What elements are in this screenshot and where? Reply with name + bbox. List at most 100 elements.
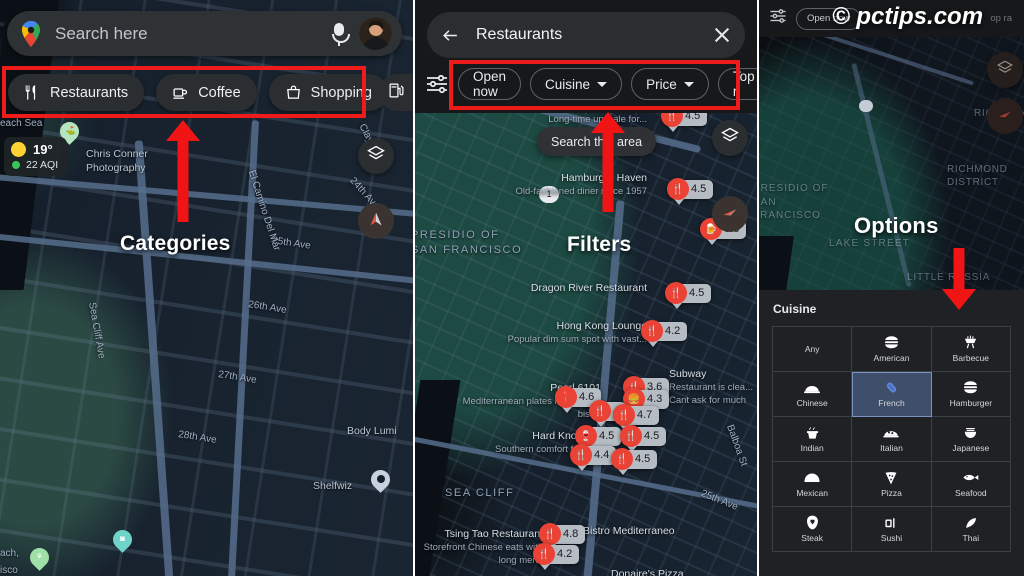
annotation-filters: Filters (567, 233, 632, 256)
rating-bubble[interactable]: 🍴 4.2 (533, 543, 580, 570)
layers-button-mid[interactable] (712, 120, 748, 156)
cuisine-option-japanese[interactable]: Japanese (931, 417, 1011, 462)
filters-arrow (591, 112, 625, 212)
options-arrow (942, 248, 976, 310)
cuisine-option-french[interactable]: French (852, 372, 932, 417)
gas-station-icon (388, 82, 405, 104)
cuisine-label: Steak (801, 533, 824, 543)
rating-bubble[interactable]: 🍴 4.5 (665, 282, 712, 309)
cuisine-label: French (878, 398, 905, 408)
cuisine-option-barbecue[interactable]: Barbecue (931, 327, 1011, 372)
pasta-icon (883, 425, 900, 440)
cuisine-option-seafood[interactable]: Seafood (931, 462, 1011, 507)
filter-tune-icon[interactable] (425, 71, 449, 97)
filter-chip-partial[interactable]: op ra (980, 8, 1022, 30)
air-quality-value: 22 AQI (26, 159, 59, 171)
category-chip-gas[interactable] (379, 74, 413, 111)
cuisine-option-pizza[interactable]: Pizza (852, 462, 932, 507)
restaurant-icon: 🍴 (613, 404, 635, 426)
cuisine-grid: Any American Barbecue Chinese French Ham… (772, 326, 1011, 552)
cuisine-option-thai[interactable]: Thai (931, 507, 1011, 552)
restaurant-icon: 🍴 (641, 320, 663, 342)
filter-tune-icon[interactable] (769, 7, 787, 30)
rating-bubble[interactable]: 🍴 4.4 (570, 444, 617, 471)
cuisine-option-italian[interactable]: Italian (852, 417, 932, 462)
category-chip-shopping[interactable]: Shopping (268, 74, 388, 111)
aqi-dot-icon (12, 161, 20, 169)
close-icon[interactable] (713, 26, 731, 44)
cuisine-option-mexican[interactable]: Mexican (773, 462, 853, 507)
chili-leaf-icon (964, 515, 978, 530)
result-query-text[interactable]: Restaurants (476, 26, 713, 44)
restaurant-icon: 🍴 (570, 444, 592, 466)
weather-temperature: 19° (33, 142, 53, 157)
filter-chip-open-now[interactable]: Open now (458, 68, 522, 100)
rating-bubble[interactable]: 🍴 4.7 (613, 404, 660, 431)
layers-button-right[interactable] (987, 52, 1023, 88)
microphone-icon[interactable] (331, 22, 350, 46)
rating-bubble[interactable]: 🍴 4.2 (641, 320, 688, 347)
cuisine-bottom-sheet: Cuisine Any American Barbecue Chinese Fr… (759, 290, 1024, 576)
burger-icon (963, 380, 978, 395)
rating-bubble[interactable]: 🍴 4.8 (539, 523, 586, 550)
cuisine-option-indian[interactable]: Indian (773, 417, 853, 462)
annotation-options: Options (854, 213, 939, 238)
cuisine-option-steak[interactable]: Steak (773, 507, 853, 552)
compass-icon (719, 201, 741, 228)
restaurant-icon: 🍴 (589, 400, 611, 422)
baguette-icon (883, 380, 900, 395)
compass-button-mid[interactable] (712, 196, 748, 232)
cuisine-option-american[interactable]: American (852, 327, 932, 372)
weather-widget[interactable]: 19° 22 AQI (4, 137, 68, 176)
cuisine-label: Barbecue (952, 353, 990, 363)
poi-label[interactable]: Hong Kong Lounge Popular dim sum spot wit… (507, 320, 647, 346)
watermark-pctips: © pctips.com (832, 3, 984, 30)
cuisine-label: Pizza (881, 488, 902, 498)
filter-chip-top-rated[interactable]: Top r (717, 68, 757, 100)
cuisine-label: American (873, 353, 910, 363)
poi-label[interactable]: Subway Restaurant is clea... Cant ask for… (669, 368, 757, 407)
map-pin-photo[interactable]: ◙ (109, 526, 136, 555)
rating-bubble[interactable]: 🍴 4.5 (620, 425, 667, 452)
search-input[interactable]: Search here (55, 24, 331, 44)
user-avatar[interactable] (359, 17, 392, 50)
mid-header: Restaurants Open now Cuisine Price Top r (415, 0, 757, 113)
poi-label[interactable]: Bistro Mediterraneo (583, 525, 675, 538)
steak-icon (806, 515, 819, 530)
burger-icon (884, 335, 899, 350)
cuisine-option-sushi[interactable]: Sushi (852, 507, 932, 552)
category-chip-coffee[interactable]: Coffee (156, 74, 257, 111)
sheet-title: Cuisine (773, 302, 817, 316)
filter-chip-cuisine[interactable]: Cuisine (530, 68, 623, 100)
cuisine-option-any[interactable]: Any (773, 327, 853, 372)
back-arrow-icon[interactable] (441, 26, 460, 45)
mid-panel-restaurant-results: PRESIDIO OF SAN FRANCISCO SEA CLIFF Balb… (415, 0, 757, 576)
map-pin[interactable] (367, 466, 394, 495)
layers-icon (720, 126, 740, 151)
poi-label[interactable]: Hamburger Haven Old-fashioned diner since… (505, 172, 647, 198)
rating-bubble[interactable]: 🍴 4.5 (611, 448, 658, 475)
cuisine-option-hamburger[interactable]: Hamburger (931, 372, 1011, 417)
compass-icon (995, 104, 1015, 129)
layers-button-left[interactable] (358, 138, 394, 174)
restaurant-icon: 🍴 (611, 448, 633, 470)
poi-label[interactable]: Donaire's Pizza (611, 568, 684, 576)
sushi-icon (884, 515, 898, 530)
panel-divider (413, 0, 415, 576)
result-search-bar[interactable]: Restaurants (427, 12, 745, 58)
compass-button-right[interactable] (987, 98, 1023, 134)
search-bar[interactable]: Search here (7, 11, 402, 56)
poi-label[interactable]: Dragon River Restaurant (525, 282, 647, 295)
cuisine-option-chinese[interactable]: Chinese (773, 372, 853, 417)
restaurant-icon: 🍴 (665, 282, 687, 304)
compass-button-left[interactable] (358, 203, 394, 239)
annotation-categories: Categories (120, 232, 231, 255)
right-panel-cuisine-options: PRESIDIO OF SAN FRANCISCO RICHMOND DISTR… (759, 0, 1024, 576)
rating-bubble[interactable]: 🍴 4.5 (667, 178, 714, 205)
filter-chip-price[interactable]: Price (631, 68, 709, 100)
cuisine-label: Thai (962, 533, 980, 543)
map-pin-park[interactable]: ⚘ (26, 544, 53, 573)
category-chip-restaurants[interactable]: Restaurants (8, 74, 145, 111)
pizza-slice-icon (884, 470, 898, 485)
poi-label[interactable]: Tsing Tao Restaurant Storefront Chinese e… (417, 528, 543, 567)
